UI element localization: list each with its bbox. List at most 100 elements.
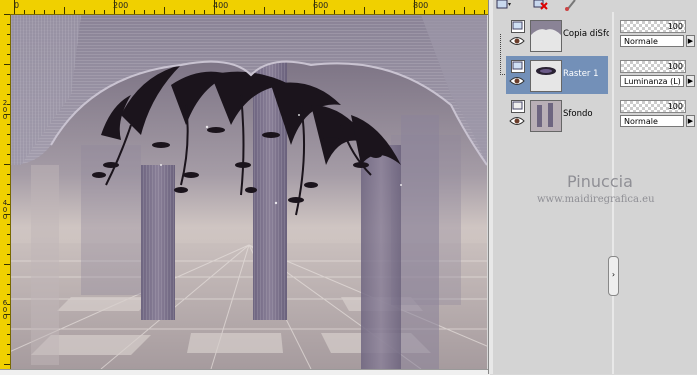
delete-layer-icon[interactable] bbox=[533, 0, 549, 11]
ruler-tick bbox=[4, 164, 10, 165]
ruler-tick bbox=[7, 144, 10, 145]
ruler-tick bbox=[214, 0, 215, 14]
ruler-tick bbox=[194, 10, 195, 14]
ruler-tick bbox=[24, 10, 25, 14]
ruler-tick bbox=[7, 34, 10, 35]
ruler-tick bbox=[7, 294, 10, 295]
ruler-tick bbox=[424, 10, 425, 14]
ruler-tick bbox=[7, 154, 10, 155]
ruler-tick bbox=[434, 10, 435, 14]
artwork bbox=[11, 15, 487, 369]
ruler-tick bbox=[104, 10, 105, 14]
ruler-tick bbox=[354, 10, 355, 14]
ruler-tick bbox=[374, 10, 375, 14]
ruler-tick bbox=[124, 10, 125, 14]
ruler-tick bbox=[254, 10, 255, 14]
layer-row-sfondo[interactable]: Sfondo bbox=[506, 96, 608, 134]
ruler-tick bbox=[204, 10, 205, 14]
ruler-tick bbox=[294, 10, 295, 14]
ruler-tick bbox=[7, 224, 10, 225]
ruler-tick bbox=[94, 10, 95, 14]
opacity-value: 100 bbox=[667, 22, 683, 31]
opacity-slider[interactable]: 100 bbox=[620, 60, 686, 73]
ruler-tick bbox=[54, 10, 55, 14]
vertical-ruler: 2 0 0 4 0 0 6 0 0 bbox=[0, 14, 11, 370]
eye-icon[interactable] bbox=[509, 116, 525, 126]
eye-icon[interactable] bbox=[509, 36, 525, 46]
layer-thumbnail bbox=[530, 60, 562, 92]
ruler-tick bbox=[34, 10, 35, 14]
edit-icon[interactable] bbox=[563, 0, 579, 11]
watermark-title: Pinuccia bbox=[567, 172, 633, 191]
horizontal-scrollbar[interactable] bbox=[0, 369, 490, 375]
ruler-tick bbox=[74, 10, 75, 14]
ruler-label: 800 bbox=[413, 1, 429, 10]
ruler-tick bbox=[474, 10, 475, 14]
ruler-label: 400 bbox=[213, 1, 229, 10]
ruler-tick bbox=[7, 274, 10, 275]
ruler-tick bbox=[264, 7, 265, 14]
ruler-tick bbox=[7, 54, 10, 55]
ruler-tick bbox=[7, 204, 10, 205]
ruler-tick bbox=[7, 94, 10, 95]
ruler-tick bbox=[394, 10, 395, 14]
opacity-slider[interactable]: 100 bbox=[620, 100, 686, 113]
ruler-tick bbox=[154, 10, 155, 14]
ruler-tick bbox=[7, 84, 10, 85]
ruler-tick bbox=[7, 244, 10, 245]
ruler-tick bbox=[84, 10, 85, 14]
blend-mode-select[interactable]: Luminanza (L) bbox=[620, 75, 684, 87]
new-layer-icon[interactable] bbox=[495, 0, 511, 11]
ruler-tick bbox=[7, 44, 10, 45]
ruler-tick bbox=[464, 7, 465, 14]
ruler-tick bbox=[344, 10, 345, 14]
ruler-tick bbox=[7, 324, 10, 325]
layer-row-raster-1[interactable]: Raster 1 bbox=[506, 56, 608, 94]
ruler-tick bbox=[4, 14, 10, 15]
ruler-tick bbox=[404, 10, 405, 14]
ruler-tick bbox=[234, 10, 235, 14]
ruler-tick bbox=[384, 10, 385, 14]
ruler-tick bbox=[314, 0, 315, 14]
layer-name: Raster 1 bbox=[563, 69, 599, 79]
layer-properties-row: 100 Normale ▶ bbox=[620, 96, 697, 134]
palette-splitter-handle[interactable]: › bbox=[608, 256, 619, 296]
layer-thumbnail bbox=[530, 100, 562, 132]
ruler-tick bbox=[4, 264, 10, 265]
opacity-slider[interactable]: 100 bbox=[620, 20, 686, 33]
layer-thumbnail bbox=[530, 20, 562, 52]
layer-properties-row: 100 Luminanza (L) ▶ bbox=[620, 56, 697, 94]
ruler-tick bbox=[7, 184, 10, 185]
ruler-tick bbox=[4, 64, 10, 65]
ruler-tick bbox=[4, 314, 10, 315]
ruler-tick bbox=[334, 10, 335, 14]
horizontal-ruler: 0 200 400 600 800 bbox=[0, 0, 490, 15]
blend-mode-select[interactable]: Normale bbox=[620, 115, 684, 127]
layer-properties-row: 100 Normale ▶ bbox=[620, 16, 697, 54]
ruler-tick bbox=[414, 0, 415, 14]
ruler-tick bbox=[7, 174, 10, 175]
layer-type-icon bbox=[511, 60, 525, 73]
dropdown-arrow-icon[interactable]: ▶ bbox=[686, 115, 695, 127]
ruler-tick bbox=[7, 134, 10, 135]
eye-icon[interactable] bbox=[509, 76, 525, 86]
ruler-tick bbox=[7, 344, 10, 345]
layer-list: Copia diSfondo Raster 1 Sfondo bbox=[506, 16, 609, 136]
ruler-tick bbox=[484, 10, 485, 14]
ruler-tick bbox=[454, 10, 455, 14]
ruler-tick bbox=[444, 10, 445, 14]
layer-row-copia-di-sfondo[interactable]: Copia diSfondo bbox=[506, 16, 609, 54]
ruler-tick bbox=[7, 74, 10, 75]
ruler-tick bbox=[7, 24, 10, 25]
ruler-tick bbox=[44, 10, 45, 14]
ruler-label: 200 bbox=[113, 1, 129, 10]
ruler-tick bbox=[7, 104, 10, 105]
ruler-tick bbox=[7, 334, 10, 335]
watermark-url: www.maidiregrafica.eu bbox=[537, 194, 655, 205]
opacity-value: 100 bbox=[667, 62, 683, 71]
dropdown-arrow-icon[interactable]: ▶ bbox=[686, 75, 695, 87]
dropdown-arrow-icon[interactable]: ▶ bbox=[686, 35, 695, 47]
layer-type-icon bbox=[511, 100, 525, 113]
image-canvas[interactable] bbox=[11, 15, 487, 369]
blend-mode-select[interactable]: Normale bbox=[620, 35, 684, 47]
